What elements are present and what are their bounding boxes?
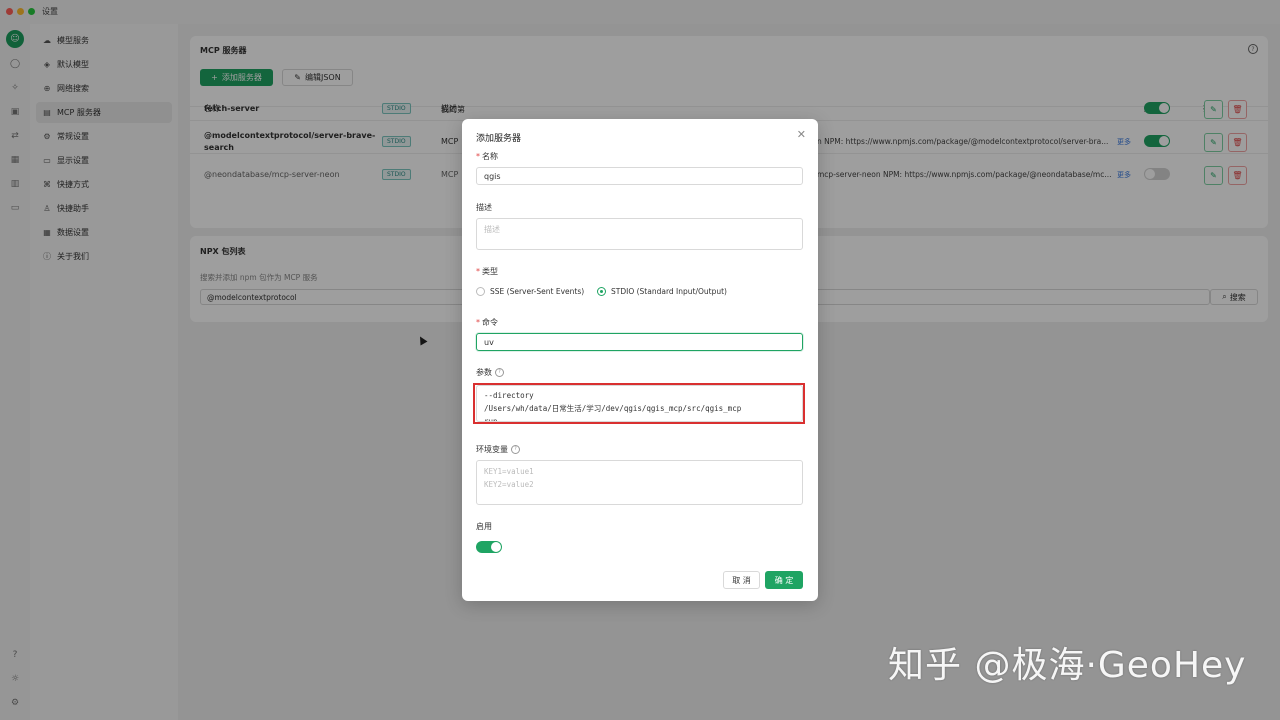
desc-label: 描述 [476, 203, 492, 212]
ok-button[interactable]: 确 定 [765, 571, 803, 589]
enabled-toggle[interactable] [476, 541, 502, 553]
desc-textarea[interactable]: 描述 [476, 218, 803, 250]
command-label: * 命令 [476, 318, 498, 327]
enabled-label: 启用 [476, 522, 492, 531]
type-label: * 类型 [476, 267, 498, 276]
args-label: 参数? [476, 367, 504, 378]
dialog-title: 添加服务器 [476, 134, 522, 144]
cancel-button[interactable]: 取 消 [723, 571, 760, 589]
question-icon: ? [511, 445, 520, 454]
command-input[interactable]: uv [476, 333, 803, 351]
name-input[interactable]: qgis [476, 167, 803, 185]
add-server-dialog: 添加服务器 ✕ * 名称 qgis 描述 描述 * 类型 SSE (Server-S… [462, 119, 818, 601]
radio-stdio-label[interactable]: STDIO (Standard Input/Output) [611, 287, 727, 296]
name-label: * 名称 [476, 152, 498, 161]
env-textarea[interactable]: KEY1=value1 KEY2=value2 [476, 460, 803, 505]
env-label: 环境变量? [476, 444, 520, 455]
watermark-text: 知乎 @极海·GeoHey [888, 645, 1247, 686]
question-icon: ? [495, 368, 504, 377]
radio-stdio[interactable] [597, 287, 606, 296]
args-highlight-box [473, 383, 805, 424]
radio-sse[interactable] [476, 287, 485, 296]
radio-sse-label[interactable]: SSE (Server-Sent Events) [490, 287, 584, 296]
close-icon[interactable]: ✕ [797, 128, 806, 141]
